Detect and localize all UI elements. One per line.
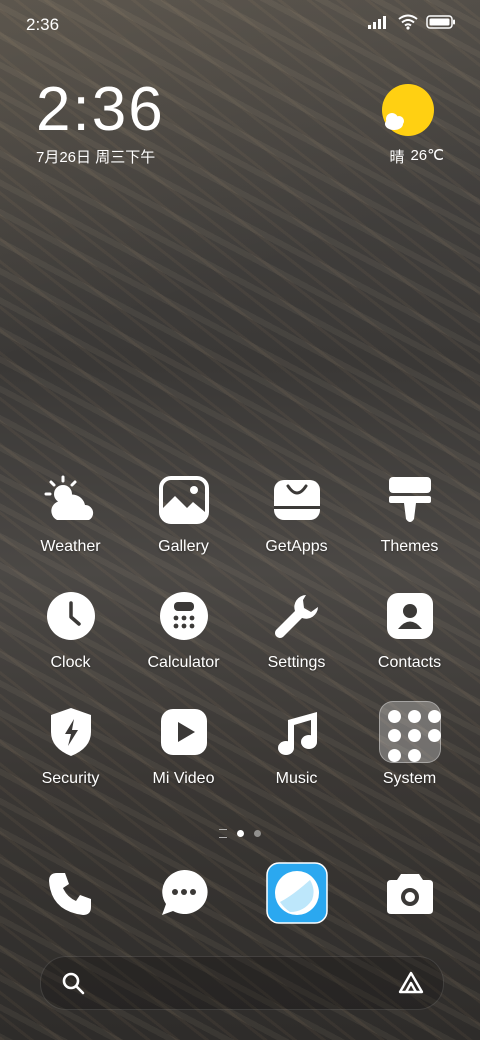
settings-icon — [265, 584, 329, 648]
system-folder-icon — [378, 700, 442, 764]
app-mi-video[interactable]: Mi Video — [127, 700, 240, 788]
status-time: 2:36 — [26, 15, 60, 34]
browser-icon — [264, 860, 330, 926]
messages-icon — [151, 860, 217, 926]
calculator-icon — [152, 584, 216, 648]
wifi-icon — [398, 14, 418, 30]
app-label: Calculator — [147, 654, 220, 671]
phone-icon — [38, 860, 104, 926]
page-indicator[interactable] — [0, 829, 480, 838]
weather-icon — [39, 468, 103, 532]
themes-icon — [378, 468, 442, 532]
clock-widget[interactable]: 2:36 7月26日 周三下午 — [36, 78, 165, 167]
status-icons — [368, 14, 456, 30]
app-label: Gallery — [158, 538, 209, 555]
app-security[interactable]: Security — [14, 700, 127, 788]
app-label: Mi Video — [152, 770, 215, 787]
page-dot[interactable] — [254, 830, 261, 837]
app-label: Music — [275, 770, 318, 787]
page-dot-current[interactable] — [237, 830, 244, 837]
weather-temperature: 26℃ — [410, 147, 444, 164]
app-label: Themes — [380, 538, 439, 555]
dock-messages[interactable] — [127, 860, 240, 926]
status-bar: 2:36 — [0, 0, 480, 50]
app-label: Contacts — [377, 654, 442, 671]
app-label: Security — [41, 770, 100, 787]
music-icon — [265, 700, 329, 764]
app-label: Settings — [267, 654, 326, 671]
app-label: System — [382, 770, 437, 787]
search-bar[interactable] — [40, 956, 444, 1010]
weather-condition: 晴 — [389, 149, 405, 166]
battery-icon — [426, 15, 455, 29]
app-themes[interactable]: Themes — [353, 468, 466, 556]
app-getapps[interactable]: GetApps — [240, 468, 353, 556]
clock-icon — [39, 584, 103, 648]
clock-widget-date: 7月26日 周三下午 — [36, 149, 156, 166]
assistant-icon[interactable] — [397, 970, 425, 996]
app-music[interactable]: Music — [240, 700, 353, 788]
signal-icon — [368, 16, 386, 29]
app-label: Clock — [50, 654, 91, 671]
dock-camera[interactable] — [353, 860, 466, 926]
getapps-icon — [265, 468, 329, 532]
contacts-icon — [378, 584, 442, 648]
app-weather[interactable]: Weather — [14, 468, 127, 556]
app-clock[interactable]: Clock — [14, 584, 127, 672]
dock — [14, 860, 466, 926]
dock-phone[interactable] — [14, 860, 127, 926]
app-label: GetApps — [265, 538, 328, 555]
mi-video-icon — [152, 700, 216, 764]
app-gallery[interactable]: Gallery — [127, 468, 240, 556]
app-contacts[interactable]: Contacts — [353, 584, 466, 672]
dock-browser[interactable] — [240, 860, 353, 926]
app-settings[interactable]: Settings — [240, 584, 353, 672]
security-icon — [39, 700, 103, 764]
camera-icon — [377, 860, 443, 926]
weather-widget[interactable]: 晴 26℃ — [364, 84, 444, 167]
app-label: Weather — [40, 538, 101, 555]
app-calculator[interactable]: Calculator — [127, 584, 240, 672]
app-drawer-indicator[interactable] — [219, 829, 227, 838]
app-system-folder[interactable]: System — [353, 700, 466, 788]
search-icon — [62, 972, 85, 995]
gallery-icon — [152, 468, 216, 532]
sunny-icon — [382, 84, 434, 136]
app-grid: Weather Gallery GetApps Themes Clock Cal… — [14, 468, 466, 816]
clock-widget-time: 2:36 — [36, 75, 165, 144]
